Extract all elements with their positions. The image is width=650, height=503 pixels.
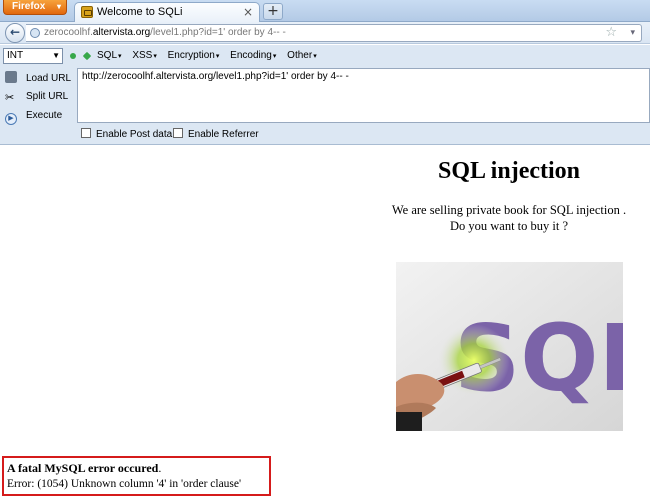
enable-post-data-label: Enable Post data <box>96 129 173 140</box>
execute-label: Execute <box>26 110 63 121</box>
load-url-label: Load URL <box>26 73 72 84</box>
scissors-icon: ✂ <box>5 92 15 104</box>
close-tab-icon[interactable]: × <box>243 5 253 19</box>
menu-xss[interactable]: XSS <box>132 50 157 61</box>
enable-referrer-label: Enable Referrer <box>188 129 259 140</box>
menu-encryption[interactable]: Encryption <box>168 50 220 61</box>
chevron-down-icon: ▾ <box>56 2 61 11</box>
checkbox-icon <box>81 128 91 138</box>
url-prefix: zerocoolhf. <box>44 27 93 38</box>
hackbar-url-textarea[interactable]: http://zerocoolhf.altervista.org/level1.… <box>77 68 650 123</box>
menu-sql[interactable]: SQL <box>97 50 122 61</box>
bookmark-star-icon[interactable]: ☆ <box>605 25 617 40</box>
browser-titlebar: Firefox ▾ Welcome to SQLi × + <box>0 0 650 22</box>
new-tab-button[interactable]: + <box>263 3 283 20</box>
description-line-2: Do you want to buy it ? <box>449 219 569 233</box>
page-description: We are selling private book for SQL inje… <box>384 202 634 234</box>
menu-other[interactable]: Other <box>287 50 317 61</box>
injection-type-select[interactable]: INT ▼ <box>3 48 63 64</box>
sql-syringe-illustration: SQL <box>396 262 623 431</box>
checkbox-icon <box>173 128 183 138</box>
url-text[interactable]: zerocoolhf.altervista.org/level1.php?id=… <box>44 27 286 38</box>
increase-icon[interactable] <box>82 51 92 61</box>
url-path: /level1.php?id=1' order by 4-- - <box>150 27 286 38</box>
back-arrow-icon: ← <box>9 25 21 39</box>
play-icon: ▶ <box>5 113 17 125</box>
navigation-toolbar: ← zerocoolhf.altervista.org/level1.php?i… <box>0 22 650 44</box>
split-url-label: Split URL <box>26 91 69 102</box>
tab-title: Welcome to SQLi <box>97 6 183 18</box>
error-title-tail: . <box>158 461 162 475</box>
url-history-dropdown-icon[interactable]: ▾ <box>630 28 635 38</box>
load-url-icon <box>5 71 17 83</box>
firefox-menu-button[interactable]: Firefox ▾ <box>3 0 67 15</box>
sql-injection-image: SQL <box>396 262 623 431</box>
load-url-button[interactable]: Load URL <box>5 71 71 84</box>
decrease-icon[interactable] <box>70 53 76 59</box>
mysql-error-box: A fatal MySQL error occured. Error: (105… <box>2 456 271 496</box>
url-domain: altervista.org <box>92 27 151 38</box>
error-detail: Error: (1054) Unknown column '4' in 'ord… <box>7 478 242 490</box>
error-title-bold: A fatal MySQL error occured <box>7 461 159 475</box>
firefox-menu-label: Firefox <box>12 1 46 12</box>
description-line-1: We are selling private book for SQL inje… <box>391 203 627 217</box>
hackbar-menus: SQL XSS Encryption Encoding Other <box>97 50 325 61</box>
menu-encoding[interactable]: Encoding <box>230 50 276 61</box>
error-title: A fatal MySQL error occured. <box>7 461 266 476</box>
chevron-down-icon: ▼ <box>52 51 60 60</box>
url-bar[interactable]: zerocoolhf.altervista.org/level1.php?id=… <box>26 24 642 42</box>
split-url-button[interactable]: ✂ Split URL <box>5 91 69 104</box>
injection-type-value: INT <box>7 50 24 61</box>
site-favicon-icon <box>81 6 93 18</box>
page-title: SQL injection <box>437 158 581 184</box>
globe-icon <box>30 28 40 38</box>
tab-welcome-to-sqli[interactable]: Welcome to SQLi × <box>74 2 260 22</box>
execute-button[interactable]: ▶ Execute <box>5 110 62 125</box>
enable-post-data-checkbox[interactable]: Enable Post data <box>81 128 172 140</box>
back-button[interactable]: ← <box>5 23 25 43</box>
hackbar-panel: INT ▼ SQL XSS Encryption Encoding Other … <box>0 45 650 145</box>
enable-referrer-checkbox[interactable]: Enable Referrer <box>173 128 259 140</box>
